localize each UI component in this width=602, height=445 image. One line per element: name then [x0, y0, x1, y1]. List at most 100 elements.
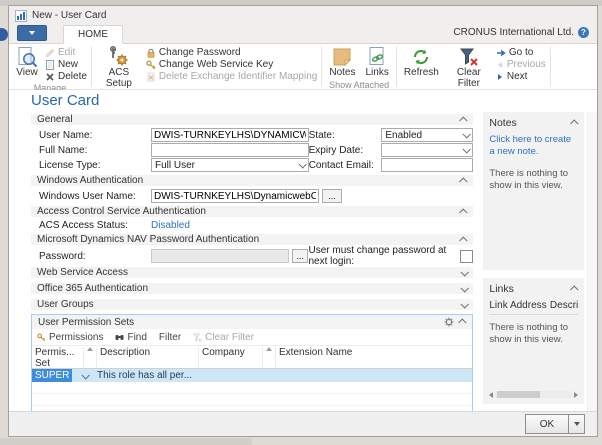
section-general[interactable]: General	[31, 114, 473, 125]
edit-button[interactable]: Edit	[45, 47, 87, 58]
column-extension-name[interactable]: Extension Name	[276, 347, 472, 368]
change-web-service-key-button[interactable]: Change Web Service Key	[146, 59, 317, 70]
expand-icon[interactable]	[461, 268, 469, 276]
titlebar: New - User Card	[9, 6, 597, 24]
expand-icon[interactable]	[461, 284, 469, 292]
ribbon-group-manage: View Edit New Delete	[9, 44, 91, 89]
expiry-date-select[interactable]	[381, 143, 473, 157]
clear-filter-button[interactable]: Clear Filter	[446, 45, 492, 89]
chevron-down-icon	[463, 130, 471, 138]
scroll-right-icon[interactable]	[574, 392, 578, 398]
description-cell[interactable]: This role has all per...	[97, 370, 263, 381]
user-name-input[interactable]	[151, 128, 309, 142]
new-button[interactable]: New	[45, 59, 87, 70]
collapse-icon[interactable]	[459, 116, 467, 124]
table-row[interactable]: SUPER This role has all per...	[32, 369, 472, 382]
previous-button[interactable]: Previous	[496, 59, 546, 70]
column-permission-set[interactable]: Permis... Set	[32, 347, 84, 368]
ok-dropdown-arrow[interactable]	[569, 414, 585, 434]
go-to-arrow-icon	[496, 49, 506, 57]
must-change-password-checkbox[interactable]	[460, 250, 473, 263]
section-office-365-authentication[interactable]: Office 365 Authentication	[31, 283, 473, 294]
license-type-select[interactable]: Full User	[151, 158, 309, 172]
dynamics-nav-icon	[15, 10, 27, 22]
collapse-icon[interactable]	[459, 177, 467, 185]
windows-user-name-input[interactable]	[151, 189, 319, 203]
contact-email-input[interactable]	[381, 158, 473, 172]
password-assist-button[interactable]: ...	[292, 249, 308, 263]
find-button[interactable]: Find	[115, 332, 146, 343]
full-name-input[interactable]	[151, 143, 309, 157]
create-note-link[interactable]: Click here to create a new note.	[489, 134, 578, 159]
section-password-authentication[interactable]: Microsoft Dynamics NAV Password Authenti…	[31, 234, 473, 245]
acs-access-status-link[interactable]: Disabled	[151, 220, 190, 231]
column-company[interactable]: Company	[199, 347, 263, 368]
notes-panel-title: Notes	[489, 117, 516, 129]
acs-setup-button[interactable]: ACS Setup	[96, 45, 142, 89]
application-menu-button[interactable]	[17, 25, 47, 41]
gear-icon[interactable]	[444, 317, 454, 327]
password-input[interactable]	[151, 249, 289, 263]
factbox-rail: Notes Click here to create a new note. T…	[483, 112, 584, 411]
help-icon[interactable]: ?	[578, 27, 589, 38]
links-button[interactable]: Links	[362, 45, 391, 79]
section-web-service-access[interactable]: Web Service Access	[31, 267, 473, 278]
link-description-column[interactable]: Descri	[550, 300, 578, 311]
delete-mapping-icon	[146, 72, 156, 82]
app-menu-arrow-icon	[29, 31, 35, 35]
links-panel-title: Links	[489, 283, 514, 295]
refresh-button[interactable]: Refresh	[401, 45, 442, 79]
section-user-groups[interactable]: User Groups	[31, 299, 473, 310]
lock-icon	[146, 48, 156, 58]
expand-icon[interactable]	[461, 300, 469, 308]
collapse-icon[interactable]	[570, 285, 578, 293]
section-user-permission-sets[interactable]: User Permission Sets	[32, 315, 472, 329]
delete-exchange-identifier-mapping-button[interactable]: Delete Exchange Identifier Mapping	[146, 71, 317, 82]
change-password-button[interactable]: Change Password	[146, 47, 317, 58]
page-content: User Card General User Name: State: Enab…	[9, 90, 597, 436]
page-title: User Card	[9, 90, 597, 112]
section-windows-authentication[interactable]: Windows Authentication	[31, 175, 473, 186]
chevron-down-icon	[463, 145, 471, 153]
permission-set-cell[interactable]: SUPER	[32, 369, 72, 382]
notes-icon	[331, 46, 353, 68]
group-label-show-attached: Show Attached	[326, 79, 391, 91]
page-vertical-scrollbar[interactable]	[587, 112, 597, 411]
delete-button[interactable]: Delete	[45, 71, 87, 82]
scroll-left-icon[interactable]	[489, 392, 493, 398]
dropdown-chevron-icon[interactable]	[72, 373, 97, 379]
user-permission-sets-subpage: User Permission Sets Permission	[31, 314, 473, 411]
next-button[interactable]: Next	[496, 71, 546, 82]
filter-button[interactable]: Filter	[159, 332, 181, 343]
collapse-icon[interactable]	[458, 318, 466, 326]
window-title: New - User Card	[32, 10, 106, 21]
permissions-icon	[37, 333, 46, 342]
background-app-icon	[0, 28, 8, 41]
user-name-label: User Name:	[39, 130, 151, 141]
permission-sets-toolbar: Permissions Find Filter Clear Filter	[32, 329, 472, 346]
collapse-icon[interactable]	[570, 119, 578, 127]
tab-strip: HOME CRONUS International Ltd. ?	[9, 24, 597, 44]
scrollbar-thumb[interactable]	[497, 391, 539, 398]
go-to-button[interactable]: Go to	[496, 47, 546, 58]
ribbon-group-authentication: ACS Setup Change Password Change Web Ser…	[92, 44, 321, 89]
link-address-column[interactable]: Link Address	[489, 300, 550, 311]
empty-grid-rows[interactable]	[32, 382, 472, 411]
column-description[interactable]: Description	[97, 347, 199, 368]
notes-empty-message: There is nothing to show in this view.	[489, 168, 578, 193]
permissions-button[interactable]: Permissions	[37, 332, 103, 343]
notes-button[interactable]: Notes	[326, 45, 358, 79]
collapse-icon[interactable]	[459, 208, 467, 216]
ok-button[interactable]: OK	[525, 414, 585, 434]
view-button[interactable]: View	[13, 45, 41, 79]
windows-user-name-assist-button[interactable]: ...	[322, 189, 342, 203]
view-icon	[16, 46, 38, 68]
section-acs-authentication[interactable]: Access Control Service Authentication	[31, 206, 473, 217]
clear-filter-grid-button[interactable]: Clear Filter	[193, 332, 254, 343]
clear-filter-icon	[458, 46, 480, 68]
tab-home[interactable]: HOME	[63, 25, 123, 44]
acs-access-status-label: ACS Access Status:	[39, 220, 151, 231]
state-select[interactable]: Enabled	[381, 128, 473, 142]
collapse-icon[interactable]	[459, 236, 467, 244]
links-horizontal-scrollbar[interactable]	[489, 390, 578, 399]
